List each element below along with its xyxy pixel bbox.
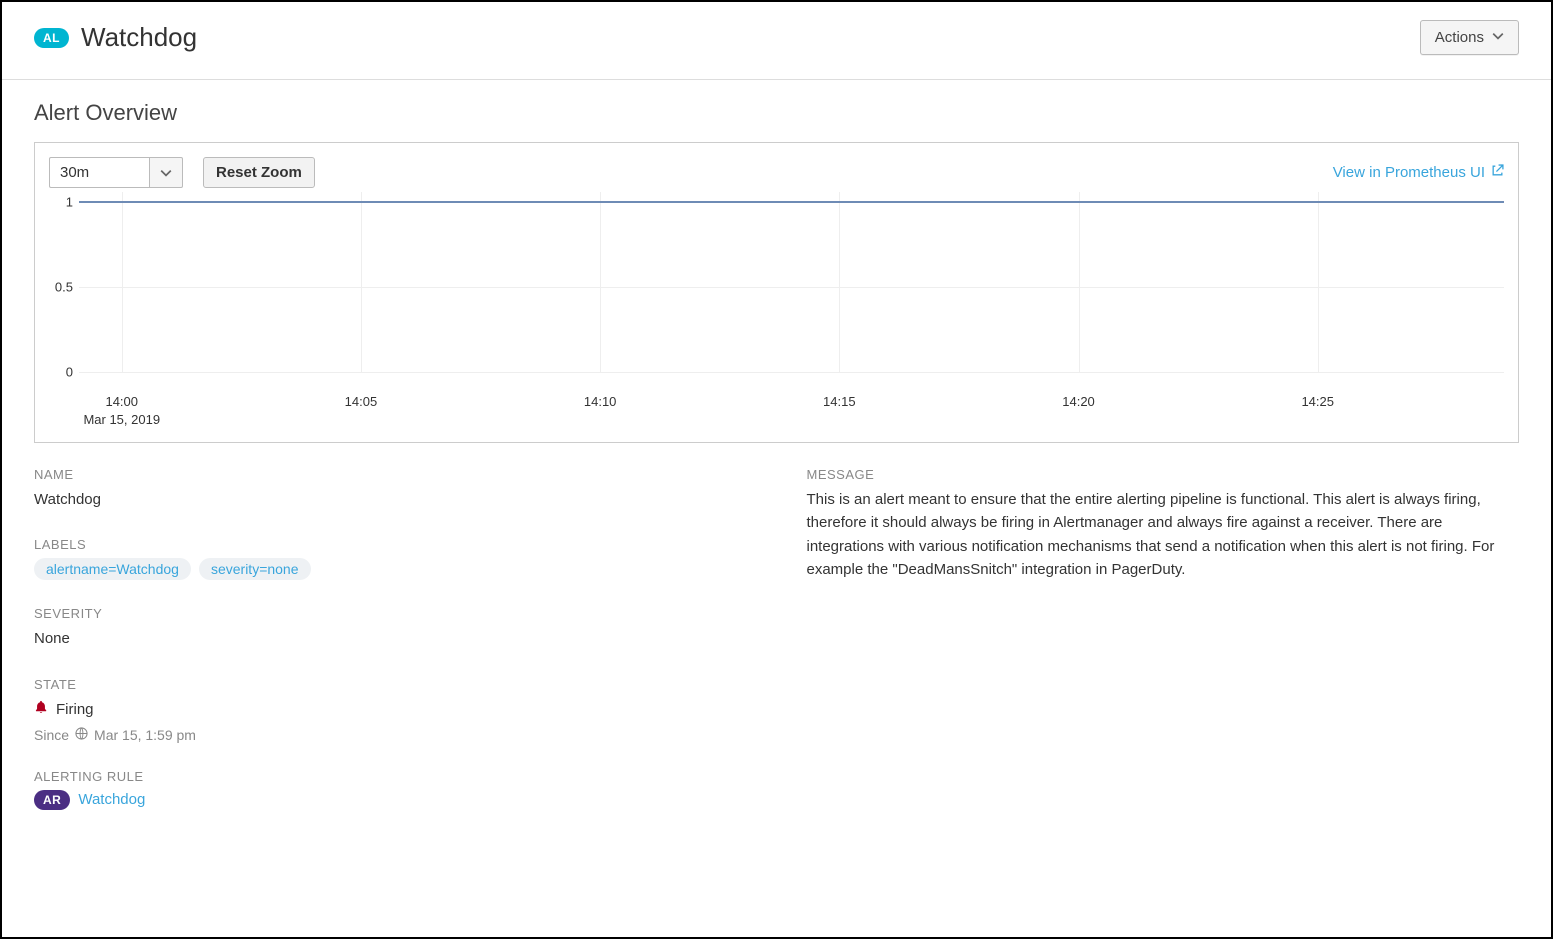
chart-y-tick: 0 bbox=[66, 365, 73, 380]
chevron-down-icon[interactable] bbox=[149, 157, 183, 188]
state-label: STATE bbox=[34, 677, 747, 692]
chart-y-axis: 00.51 bbox=[49, 192, 79, 392]
chart-x-tick: 14:25 bbox=[1301, 394, 1334, 409]
chart-x-tick: 14:20 bbox=[1062, 394, 1095, 409]
name-value: Watchdog bbox=[34, 488, 747, 511]
labels-label: LABELS bbox=[34, 537, 747, 552]
chart-y-tick: 1 bbox=[66, 195, 73, 210]
rule-label: ALERTING RULE bbox=[34, 769, 747, 784]
alerting-rule-link[interactable]: Watchdog bbox=[78, 791, 145, 808]
severity-value: None bbox=[34, 627, 747, 650]
chart-y-tick: 0.5 bbox=[55, 280, 73, 295]
chart-x-axis: 14:00 Mar 15, 2019 14:05 14:10 14:15 14:20 14:… bbox=[79, 392, 1504, 434]
timerange-select[interactable]: 30m bbox=[49, 157, 183, 188]
resource-badge-ar: AR bbox=[34, 790, 70, 810]
page-title: Watchdog bbox=[81, 22, 197, 53]
resource-badge-al: AL bbox=[34, 28, 69, 48]
label-pill[interactable]: alertname=Watchdog bbox=[34, 558, 191, 580]
external-link-icon bbox=[1491, 164, 1504, 181]
label-pill[interactable]: severity=none bbox=[199, 558, 311, 580]
chart-series-line bbox=[79, 201, 1504, 203]
state-value: Firing bbox=[56, 698, 94, 721]
labels-list: alertname=Watchdog severity=none bbox=[34, 558, 747, 580]
globe-icon bbox=[75, 727, 88, 743]
chevron-down-icon bbox=[1492, 29, 1504, 46]
severity-label: SEVERITY bbox=[34, 606, 747, 621]
chart-plot-area bbox=[79, 192, 1504, 392]
prometheus-link-label: View in Prometheus UI bbox=[1333, 164, 1485, 181]
actions-menu-button[interactable]: Actions bbox=[1420, 20, 1519, 55]
since-value: Mar 15, 1:59 pm bbox=[94, 727, 196, 743]
message-label: MESSAGE bbox=[807, 467, 1520, 482]
bell-icon bbox=[34, 698, 48, 721]
page-header: AL Watchdog Actions bbox=[2, 2, 1551, 80]
view-in-prometheus-link[interactable]: View in Prometheus UI bbox=[1333, 164, 1504, 181]
timerange-select-value: 30m bbox=[49, 157, 149, 188]
reset-zoom-button[interactable]: Reset Zoom bbox=[203, 157, 315, 188]
message-value: This is an alert meant to ensure that th… bbox=[807, 488, 1520, 581]
chart-panel: 30m Reset Zoom View in Prometheus UI bbox=[34, 142, 1519, 443]
actions-menu-label: Actions bbox=[1435, 29, 1484, 46]
chart-x-tick: 14:00 bbox=[105, 394, 138, 409]
name-label: NAME bbox=[34, 467, 747, 482]
section-title-overview: Alert Overview bbox=[34, 100, 1519, 126]
chart-x-date: Mar 15, 2019 bbox=[83, 412, 160, 427]
since-prefix: Since bbox=[34, 727, 69, 743]
chart-x-tick: 14:05 bbox=[345, 394, 378, 409]
chart-plot: 00.51 bbox=[49, 192, 1504, 392]
chart-x-tick: 14:10 bbox=[584, 394, 617, 409]
chart-x-tick: 14:15 bbox=[823, 394, 856, 409]
